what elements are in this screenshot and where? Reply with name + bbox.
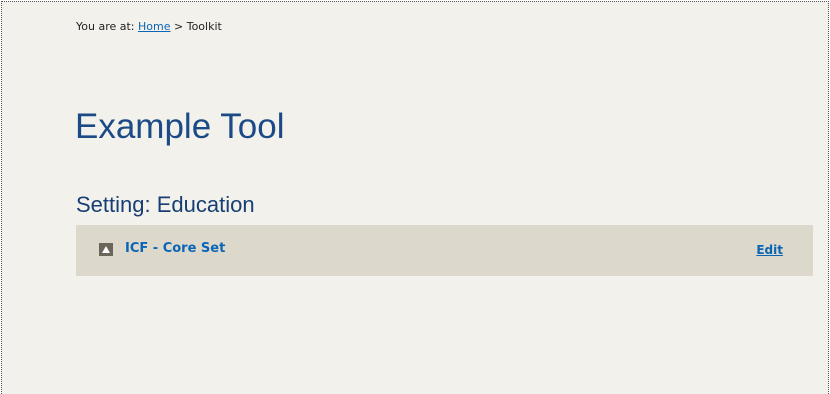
breadcrumb-prefix: You are at: <box>76 20 135 33</box>
edit-link[interactable]: Edit <box>756 243 783 257</box>
setting-heading: Setting: Education <box>76 192 255 217</box>
page-container: You are at: Home > Toolkit Example Tool … <box>1 1 829 394</box>
triangle-up-icon-glyph <box>102 246 110 253</box>
breadcrumb: You are at: Home > Toolkit <box>76 20 222 33</box>
page-title: Example Tool <box>75 107 285 146</box>
breadcrumb-current: Toolkit <box>186 20 222 33</box>
expand-triangle-up-icon[interactable] <box>99 243 113 256</box>
breadcrumb-separator: > <box>174 20 184 33</box>
tool-row: ICF - Core Set Edit <box>76 225 813 276</box>
breadcrumb-home-link[interactable]: Home <box>138 20 170 33</box>
tool-name[interactable]: ICF - Core Set <box>125 241 225 256</box>
